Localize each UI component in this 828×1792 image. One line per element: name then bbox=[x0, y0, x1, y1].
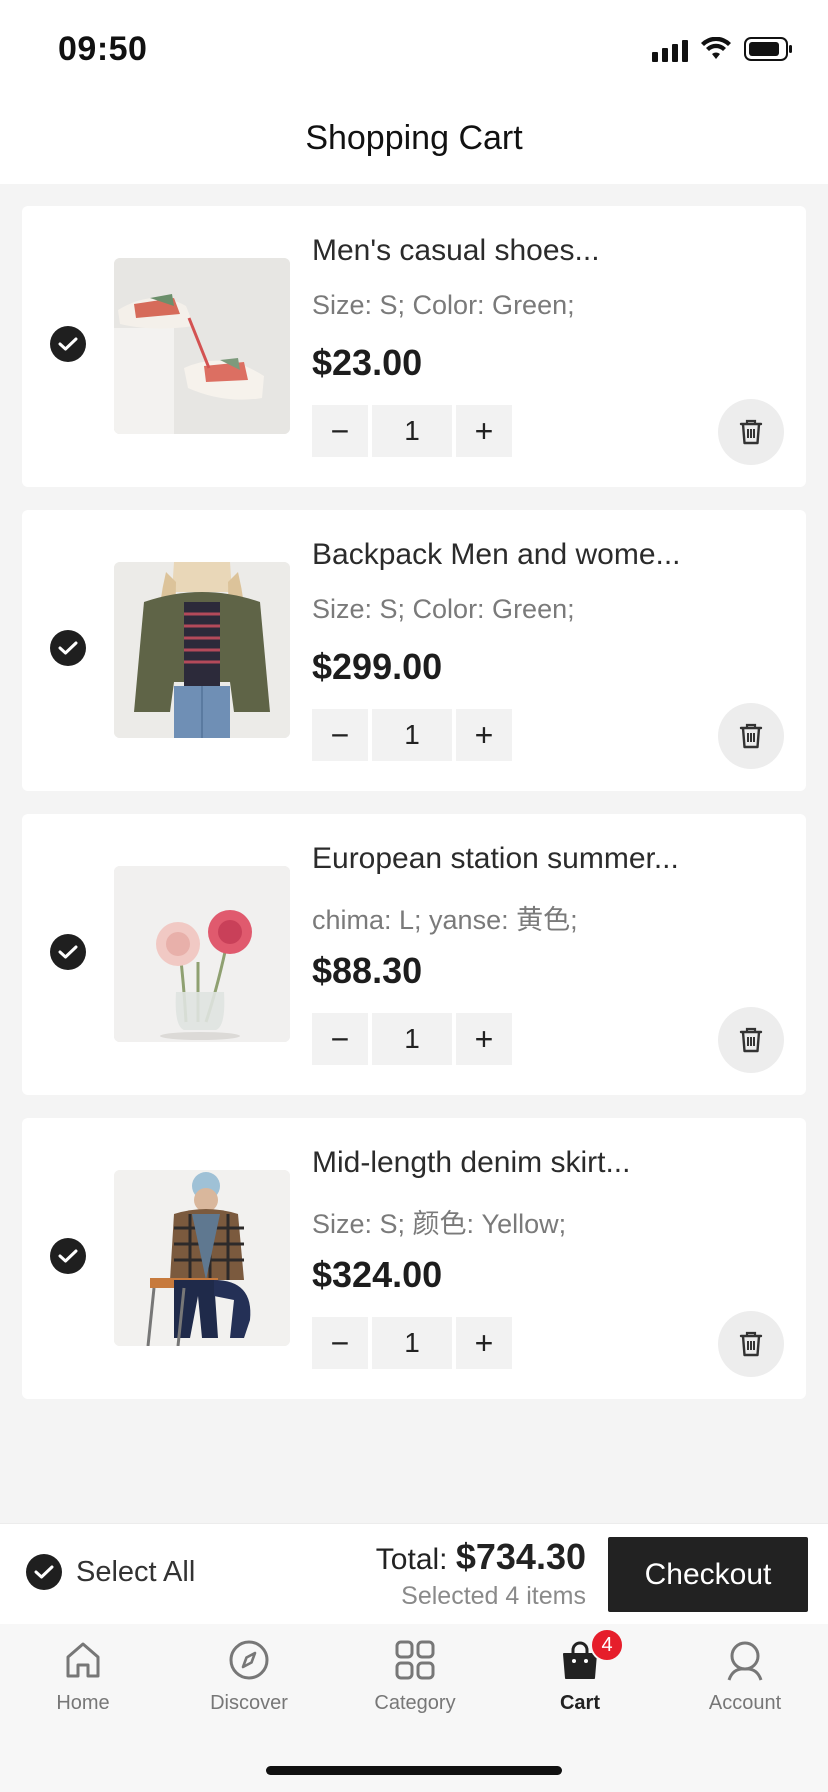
tab-label: Cart bbox=[559, 1692, 600, 1714]
checkout-bar: Select All Total: $734.30 Selected 4 ite… bbox=[0, 1523, 828, 1624]
increase-button[interactable]: + bbox=[456, 709, 512, 761]
grid-icon bbox=[393, 1638, 437, 1682]
shopping-bag-icon: 4 bbox=[558, 1628, 624, 1682]
cart-item: Men's casual shoes... Size: S; Color: Gr… bbox=[22, 206, 806, 487]
tab-label: Account bbox=[708, 1692, 782, 1714]
trash-icon bbox=[739, 723, 763, 749]
tab-label: Category bbox=[374, 1692, 456, 1714]
decrease-button[interactable]: − bbox=[312, 1013, 368, 1065]
checkmark-icon bbox=[58, 945, 78, 959]
quantity-stepper: − 1 + bbox=[312, 709, 512, 761]
quantity-value[interactable]: 1 bbox=[372, 709, 452, 761]
increase-button[interactable]: + bbox=[456, 405, 512, 457]
tab-discover[interactable]: Discover bbox=[166, 1638, 332, 1715]
quantity-stepper: − 1 + bbox=[312, 405, 512, 457]
flowers-vase-photo bbox=[114, 866, 290, 1042]
cart-badge: 4 bbox=[590, 1628, 624, 1662]
status-icons bbox=[652, 36, 794, 62]
delete-button[interactable] bbox=[718, 1311, 784, 1377]
wifi-icon bbox=[701, 37, 731, 59]
cellular-signal-icon bbox=[652, 36, 688, 62]
delete-button[interactable] bbox=[718, 1007, 784, 1073]
decrease-button[interactable]: − bbox=[312, 709, 368, 761]
checkmark-icon bbox=[58, 1249, 78, 1263]
tab-home[interactable]: Home bbox=[0, 1638, 166, 1715]
cart-item: Backpack Men and wome... Size: S; Color:… bbox=[22, 510, 806, 791]
quantity-value[interactable]: 1 bbox=[372, 1317, 452, 1369]
increase-button[interactable]: + bbox=[456, 1013, 512, 1065]
trash-icon bbox=[739, 1027, 763, 1053]
cart-item: Mid-length denim skirt... Size: S; 颜色: Y… bbox=[22, 1118, 806, 1399]
increase-button[interactable]: + bbox=[456, 1317, 512, 1369]
status-time: 09:50 bbox=[58, 30, 148, 68]
item-price: $324.00 bbox=[312, 1254, 443, 1295]
sneakers-photo bbox=[114, 258, 290, 434]
item-title[interactable]: European station summer... bbox=[312, 842, 782, 876]
checkmark-icon bbox=[58, 337, 78, 351]
home-icon bbox=[61, 1638, 105, 1682]
item-select-checkbox[interactable] bbox=[50, 1238, 86, 1274]
delete-button[interactable] bbox=[718, 399, 784, 465]
tab-label: Discover bbox=[210, 1692, 288, 1714]
decrease-button[interactable]: − bbox=[312, 1317, 368, 1369]
selected-count: Selected 4 items bbox=[401, 1582, 586, 1610]
product-image[interactable] bbox=[114, 1170, 290, 1346]
item-title[interactable]: Mid-length denim skirt... bbox=[312, 1146, 782, 1180]
item-price: $299.00 bbox=[312, 646, 443, 687]
product-image[interactable] bbox=[114, 866, 290, 1042]
jacket-model-photo bbox=[114, 562, 290, 738]
home-indicator[interactable] bbox=[266, 1766, 562, 1775]
user-icon bbox=[723, 1638, 767, 1682]
trash-icon bbox=[739, 419, 763, 445]
tab-label: Home bbox=[56, 1692, 110, 1714]
plaid-jacket-model-photo bbox=[114, 1170, 290, 1346]
cart-item: European station summer... chima: L; yan… bbox=[22, 814, 806, 1095]
quantity-stepper: − 1 + bbox=[312, 1013, 512, 1065]
decrease-button[interactable]: − bbox=[312, 405, 368, 457]
product-image[interactable] bbox=[114, 258, 290, 434]
quantity-value[interactable]: 1 bbox=[372, 1013, 452, 1065]
item-title[interactable]: Men's casual shoes... bbox=[312, 234, 782, 268]
select-all-toggle[interactable]: Select All bbox=[26, 1554, 195, 1590]
item-select-checkbox[interactable] bbox=[50, 934, 86, 970]
item-spec: chima: L; yanse: 黄色; bbox=[312, 905, 578, 935]
select-all-checkbox[interactable] bbox=[26, 1554, 62, 1590]
item-select-checkbox[interactable] bbox=[50, 326, 86, 362]
tab-category[interactable]: Category bbox=[332, 1638, 498, 1715]
cart-list: Men's casual shoes... Size: S; Color: Gr… bbox=[22, 206, 806, 1422]
tab-cart[interactable]: 4 Cart bbox=[497, 1628, 663, 1715]
page-title: Shopping Cart bbox=[305, 118, 523, 157]
quantity-value[interactable]: 1 bbox=[372, 405, 452, 457]
total-label: Total: bbox=[375, 1543, 448, 1576]
item-price: $23.00 bbox=[312, 342, 423, 383]
status-bar: 09:50 bbox=[0, 0, 828, 92]
item-spec: Size: S; 颜色: Yellow; bbox=[312, 1209, 567, 1239]
shopping-cart-screen: 09:50 Shopping Cart Men's casual shoes..… bbox=[0, 0, 828, 1792]
trash-icon bbox=[739, 1331, 763, 1357]
quantity-stepper: − 1 + bbox=[312, 1317, 512, 1369]
item-spec: Size: S; Color: Green; bbox=[312, 290, 575, 320]
delete-button[interactable] bbox=[718, 703, 784, 769]
total-amount: $734.30 bbox=[455, 1536, 586, 1577]
header: Shopping Cart bbox=[0, 92, 828, 184]
compass-icon bbox=[227, 1638, 271, 1682]
tab-account[interactable]: Account bbox=[662, 1638, 828, 1715]
total-summary: Total: $734.30 Selected 4 items bbox=[376, 1536, 586, 1611]
battery-icon bbox=[744, 37, 792, 61]
item-spec: Size: S; Color: Green; bbox=[312, 594, 575, 624]
checkout-button[interactable]: Checkout bbox=[608, 1537, 808, 1612]
item-title[interactable]: Backpack Men and wome... bbox=[312, 538, 782, 572]
product-image[interactable] bbox=[114, 562, 290, 738]
checkmark-icon bbox=[34, 1565, 54, 1579]
item-price: $88.30 bbox=[312, 950, 423, 991]
total-line: Total: $734.30 bbox=[376, 1536, 586, 1578]
checkmark-icon bbox=[58, 641, 78, 655]
select-all-label: Select All bbox=[76, 1555, 196, 1588]
item-select-checkbox[interactable] bbox=[50, 630, 86, 666]
